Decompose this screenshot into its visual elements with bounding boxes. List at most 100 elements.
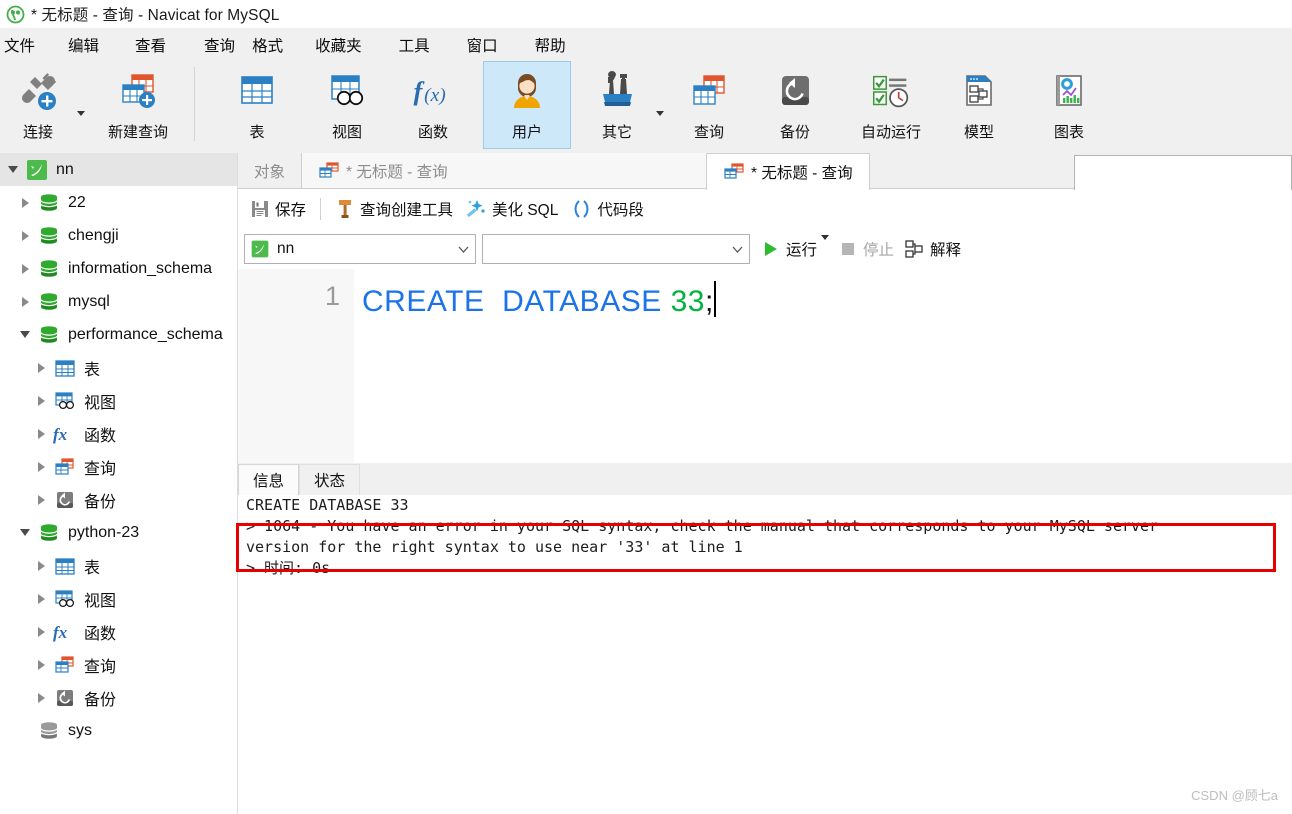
toolbar-button-new-query[interactable]: 新建查询 xyxy=(88,61,188,149)
svg-text:fx: fx xyxy=(53,425,68,444)
tab-query-active[interactable]: * 无标题 - 查询 xyxy=(706,153,870,190)
menu-item-format[interactable]: 格式 xyxy=(252,31,283,59)
database-tree-sidebar[interactable]: nn 22 chengji information_schema mysql p… xyxy=(0,153,238,814)
query-builder-button[interactable]: 查询创建工具 xyxy=(329,195,459,223)
tree-node-nn[interactable]: nn xyxy=(0,153,237,186)
toolbar-connection-dropdown[interactable] xyxy=(74,61,88,149)
object-select[interactable] xyxy=(482,233,750,264)
function-icon: fx xyxy=(52,421,78,447)
mysql-connection-icon xyxy=(24,157,50,183)
tree-label: 表 xyxy=(84,361,101,379)
toolbar-button-connection[interactable]: 连接 xyxy=(2,61,74,149)
expand-arrow-icon[interactable] xyxy=(2,153,24,186)
expand-arrow-icon[interactable] xyxy=(30,582,52,615)
menu-item-edit[interactable]: 编辑 xyxy=(68,31,99,59)
toolbar-button-function[interactable]: f (x) 函数 xyxy=(397,61,469,149)
connection-icon xyxy=(15,69,61,115)
database-icon xyxy=(36,322,62,348)
collapse-arrow-icon[interactable] xyxy=(14,516,36,549)
expand-arrow-icon[interactable] xyxy=(30,681,52,714)
save-button[interactable]: 保存 xyxy=(244,195,312,223)
chevron-down-icon xyxy=(458,246,469,253)
expand-arrow-icon[interactable] xyxy=(14,252,36,285)
tree-node-ps-backups[interactable]: 备份 xyxy=(0,483,237,516)
tree-node-db-python-23[interactable]: python-23 xyxy=(0,516,237,549)
tree-node-db-chengji[interactable]: chengji xyxy=(0,219,237,252)
toolbar-others-dropdown[interactable] xyxy=(653,61,667,149)
query-icon xyxy=(52,652,78,678)
menu-item-tools[interactable]: 工具 xyxy=(399,31,430,59)
toolbar-button-chart[interactable]: 图表 xyxy=(1033,61,1105,149)
tree-node-ps-tables[interactable]: 表 xyxy=(0,351,237,384)
tree-node-ps-views[interactable]: 视图 xyxy=(0,384,237,417)
expand-arrow-icon[interactable] xyxy=(30,648,52,681)
tree-node-py-views[interactable]: 视图 xyxy=(0,582,237,615)
expand-arrow-icon[interactable] xyxy=(30,351,52,384)
toolbar-label-new-query: 新建查询 xyxy=(107,124,168,141)
tree-node-db-performance-schema[interactable]: performance_schema xyxy=(0,318,237,351)
tab-status[interactable]: 状态 xyxy=(299,464,361,495)
tree-node-py-queries[interactable]: 查询 xyxy=(0,648,237,681)
tree-node-py-backups[interactable]: 备份 xyxy=(0,681,237,714)
expand-arrow-icon[interactable] xyxy=(30,384,52,417)
toolbar-button-table[interactable]: 表 xyxy=(221,61,293,149)
toolbar-button-query[interactable]: 查询 xyxy=(673,61,745,149)
tree-label: 备份 xyxy=(84,493,117,511)
menu-item-favorites[interactable]: 收藏夹 xyxy=(315,31,362,59)
database-select[interactable]: nn xyxy=(244,233,476,264)
beautify-wand-icon xyxy=(465,198,487,220)
tree-node-py-tables[interactable]: 表 xyxy=(0,549,237,582)
tree-node-db-information-schema[interactable]: information_schema xyxy=(0,252,237,285)
menu-item-help[interactable]: 帮助 xyxy=(535,31,566,59)
stop-button[interactable]: 停止 xyxy=(839,238,894,260)
backup-icon xyxy=(52,685,78,711)
beautify-sql-button[interactable]: 美化 SQL xyxy=(459,195,564,223)
expand-arrow-icon[interactable] xyxy=(30,615,52,648)
chart-icon xyxy=(1046,69,1092,115)
run-dropdown[interactable] xyxy=(821,234,830,258)
query-icon xyxy=(686,69,732,115)
code-snippet-button[interactable]: 代码段 xyxy=(564,195,650,223)
database-icon xyxy=(36,223,62,249)
view-icon xyxy=(52,586,78,612)
result-tab-bar: 信息 状态 xyxy=(238,463,1292,495)
expand-arrow-icon[interactable] xyxy=(30,483,52,516)
expand-arrow-icon[interactable] xyxy=(30,450,52,483)
toolbar-button-backup[interactable]: 备份 xyxy=(759,61,831,149)
toolbar-button-others[interactable]: 其它 xyxy=(581,61,653,149)
tab-query-background[interactable]: * 无标题 - 查询 xyxy=(301,153,766,188)
tree-label: mysql xyxy=(68,292,110,310)
tree-node-ps-functions[interactable]: fx 函数 xyxy=(0,417,237,450)
tree-label: 查询 xyxy=(84,460,117,478)
expand-arrow-icon[interactable] xyxy=(30,417,52,450)
menu-item-query[interactable]: 查询 xyxy=(204,31,235,59)
explain-button[interactable]: 解释 xyxy=(904,238,961,260)
tab-information[interactable]: 信息 xyxy=(238,464,300,495)
tree-node-db-mysql[interactable]: mysql xyxy=(0,285,237,318)
tree-node-py-functions[interactable]: fx 函数 xyxy=(0,615,237,648)
tree-node-ps-queries[interactable]: 查询 xyxy=(0,450,237,483)
svg-text:(x): (x) xyxy=(424,85,446,106)
menu-item-file[interactable]: 文件 xyxy=(4,31,35,59)
database-icon xyxy=(36,256,62,282)
toolbar-button-view[interactable]: 视图 xyxy=(311,61,383,149)
tree-node-db-22[interactable]: 22 xyxy=(0,186,237,219)
run-button[interactable]: 运行 xyxy=(762,238,817,260)
menu-item-window[interactable]: 窗口 xyxy=(467,31,498,59)
expand-arrow-icon[interactable] xyxy=(14,219,36,252)
tab-objects[interactable]: 对象 xyxy=(238,153,302,188)
expand-arrow-icon[interactable] xyxy=(30,549,52,582)
collapse-arrow-icon[interactable] xyxy=(14,318,36,351)
tab-status-label: 状态 xyxy=(314,473,346,490)
sql-code-line[interactable]: CREATE DATABASE 33; xyxy=(362,281,716,319)
beautify-sql-label: 美化 SQL xyxy=(492,202,559,219)
expand-arrow-icon[interactable] xyxy=(14,285,36,318)
toolbar-button-model[interactable]: 模型 xyxy=(943,61,1015,149)
tree-node-db-sys[interactable]: sys xyxy=(0,714,237,747)
expand-arrow-icon[interactable] xyxy=(14,186,36,219)
new-query-icon xyxy=(115,69,161,115)
menu-item-view[interactable]: 查看 xyxy=(135,31,166,59)
toolbar-button-automation[interactable]: 自动运行 xyxy=(845,61,937,149)
toolbar-button-user[interactable]: 用户 xyxy=(483,61,571,149)
automation-icon xyxy=(868,69,914,115)
